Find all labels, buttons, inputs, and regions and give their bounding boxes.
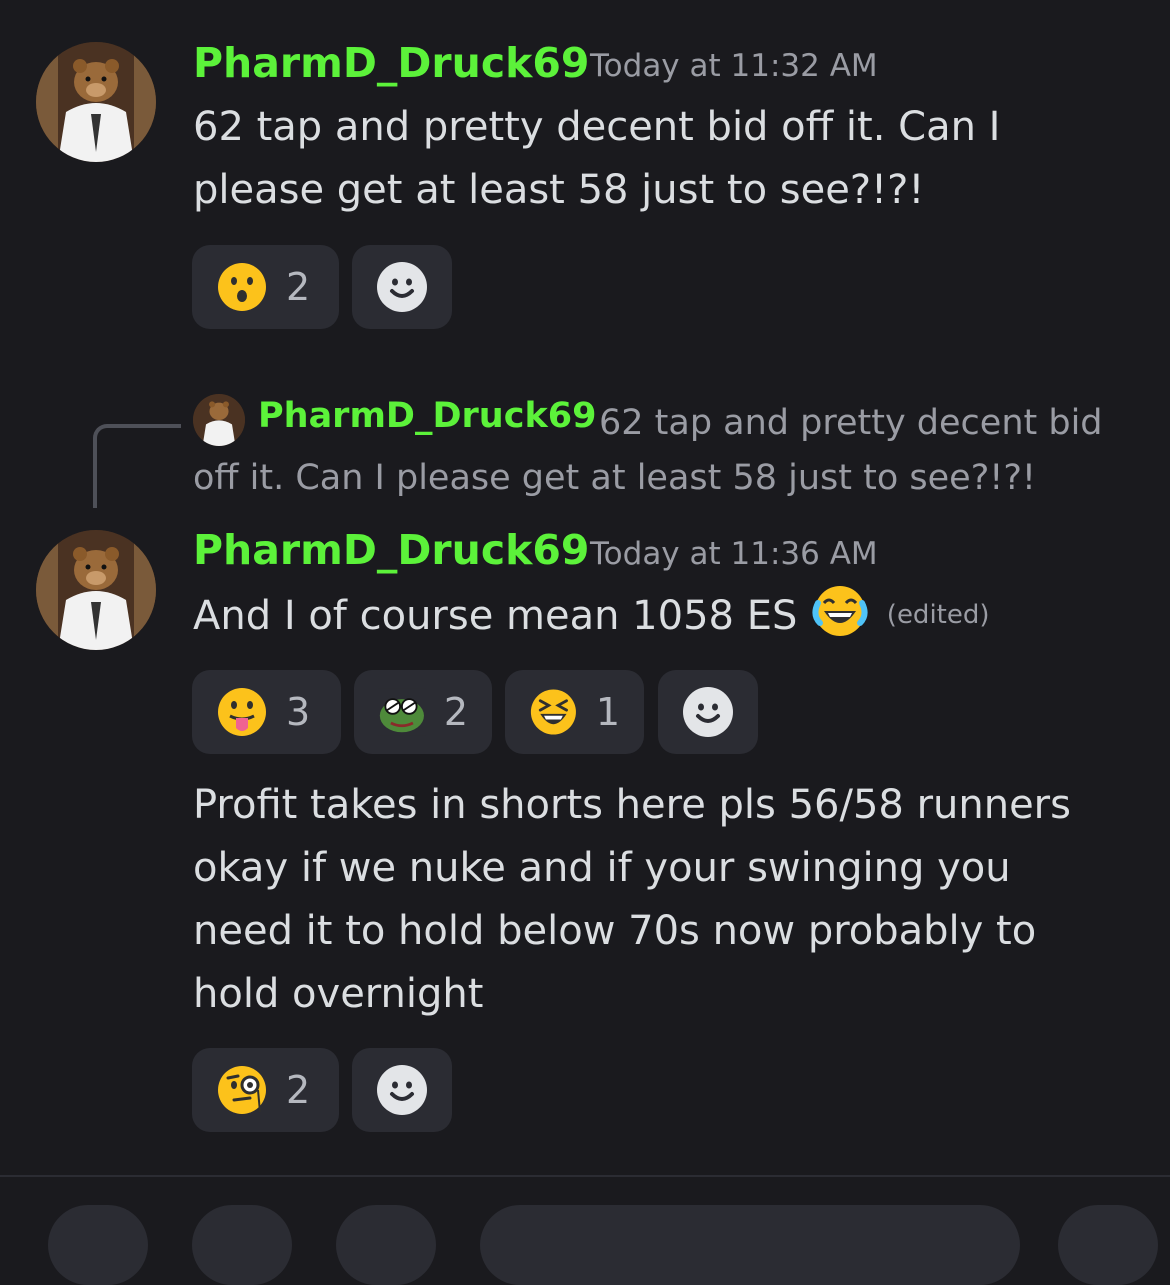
- add-reaction-button[interactable]: [658, 670, 758, 754]
- username[interactable]: PharmD_Druck69: [193, 39, 589, 87]
- edited-label: (edited): [886, 600, 990, 630]
- composer-divider: [0, 1175, 1170, 1177]
- reaction-hushed[interactable]: 2: [192, 245, 339, 329]
- laughing-face-icon: [530, 689, 576, 735]
- reaction-count: 2: [286, 1068, 311, 1112]
- reaction-monocle[interactable]: 2: [192, 1048, 339, 1132]
- add-emoji-icon: [377, 1065, 427, 1115]
- composer-plus-button[interactable]: [48, 1205, 148, 1285]
- composer-gift-button[interactable]: [336, 1205, 436, 1285]
- joy-face-icon: [812, 586, 868, 636]
- reaction-count: 2: [286, 265, 311, 309]
- message-text: Profit takes in shorts here pls 56/58 ru…: [193, 782, 1071, 1017]
- message-input[interactable]: [480, 1205, 1020, 1285]
- add-emoji-icon: [377, 262, 427, 312]
- avatar[interactable]: [36, 42, 156, 162]
- add-reaction-button[interactable]: [352, 245, 452, 329]
- composer-apps-button[interactable]: [192, 1205, 292, 1285]
- username[interactable]: PharmD_Druck69: [193, 526, 589, 574]
- reaction-pepe[interactable]: 2: [354, 670, 492, 754]
- reaction-laughing[interactable]: 1: [505, 670, 644, 754]
- add-emoji-icon: [683, 687, 733, 737]
- add-reaction-button[interactable]: [352, 1048, 452, 1132]
- hushed-face-icon: [218, 263, 266, 311]
- message-text-content: And I of course mean 1058 ES: [193, 593, 798, 639]
- monocle-face-icon: [218, 1066, 266, 1114]
- pepe-sunglasses-icon: [378, 688, 426, 736]
- message-text: 62 tap and pretty decent bid off it. Can…: [193, 104, 1001, 213]
- timestamp: Today at 11:36 AM: [590, 536, 878, 572]
- reaction-tongue[interactable]: 3: [192, 670, 341, 754]
- timestamp: Today at 11:32 AM: [590, 48, 878, 84]
- reaction-count: 2: [443, 690, 468, 734]
- reply-username[interactable]: PharmD_Druck69: [258, 396, 596, 436]
- message-text: And I of course mean 1058 ES (edited): [193, 583, 1123, 648]
- avatar[interactable]: [36, 530, 156, 650]
- reaction-count: 3: [286, 690, 311, 734]
- reply-connector: [93, 424, 181, 508]
- composer-mic-button[interactable]: [1058, 1205, 1158, 1285]
- reaction-count: 1: [595, 690, 620, 734]
- tongue-face-icon: [218, 688, 266, 736]
